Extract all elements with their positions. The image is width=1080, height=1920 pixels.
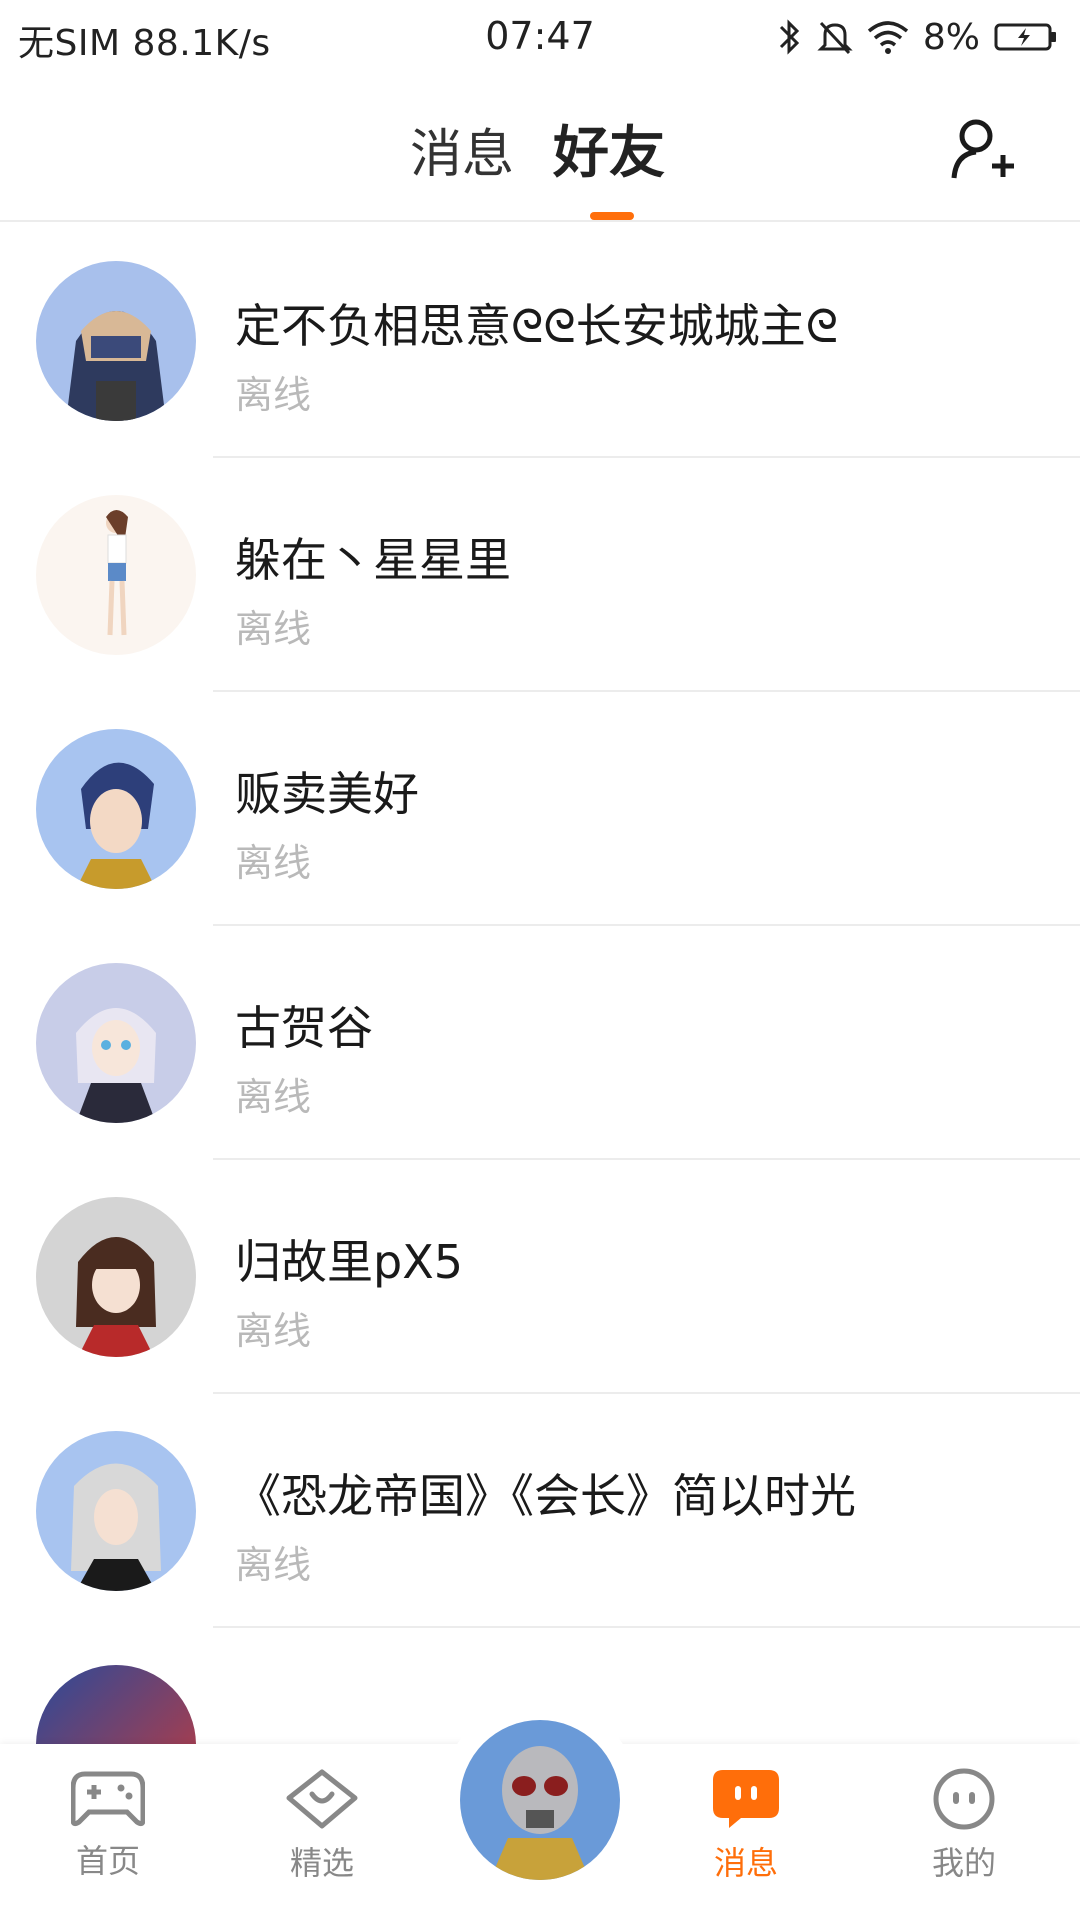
friend-name: 贩卖美好: [235, 767, 419, 821]
header: 消息 好友: [0, 76, 1080, 222]
friend-status: 离线: [235, 373, 312, 417]
mute-bell-icon: [817, 21, 853, 55]
nav-label-messages: 消息: [713, 1844, 778, 1882]
friends-list[interactable]: 定不负相思意ᘓᘓ长安城城主ᘓ 离线 躲在丶星星里 离线 贩卖美好 离线 古贺谷 …: [0, 224, 1080, 1744]
list-item[interactable]: 归故里pX5 离线: [0, 1160, 1080, 1394]
list-item[interactable]: 古贺谷 离线: [0, 926, 1080, 1160]
friend-status: 离线: [235, 607, 312, 651]
center-avatar-button[interactable]: [456, 1716, 624, 1884]
wifi-icon: [867, 21, 909, 54]
friend-name: 《恐龙帝国》《会长》简以时光: [235, 1469, 856, 1523]
friend-status: 离线: [235, 1543, 312, 1587]
gamepad-icon: [71, 1771, 145, 1827]
friend-status: 离线: [235, 1309, 312, 1353]
friend-name: 归故里pX5: [235, 1235, 463, 1289]
avatar[interactable]: [36, 1665, 196, 1744]
bluetooth-icon: [779, 19, 799, 55]
avatar[interactable]: [36, 1197, 196, 1357]
avatar[interactable]: [36, 1431, 196, 1591]
nav-profile[interactable]: 我的: [894, 1758, 1034, 1908]
tab-messages[interactable]: 消息: [410, 112, 514, 187]
list-item[interactable]: 贩卖美好 离线: [0, 692, 1080, 926]
nav-messages[interactable]: 消息: [676, 1758, 816, 1908]
status-right: 8%: [777, 14, 1058, 60]
smiley-icon: [933, 1768, 995, 1830]
nav-label-home: 首页: [75, 1842, 140, 1880]
friend-name: 定不负相思意ᘓᘓ长安城城主ᘓ: [235, 299, 839, 353]
status-bar: 无SIM 88.1K/s 07:47 8%: [0, 0, 1080, 76]
message-icon: [713, 1770, 779, 1828]
tab-friends[interactable]: 好友: [553, 108, 665, 189]
friend-status: 离线: [235, 841, 312, 885]
list-item[interactable]: 定不负相思意ᘓᘓ长安城城主ᘓ 离线: [0, 224, 1080, 458]
nav-home[interactable]: 首页: [38, 1758, 178, 1908]
friend-status: 离线: [235, 1075, 312, 1119]
active-tab-indicator: [590, 212, 634, 220]
add-friend-icon[interactable]: [948, 114, 1018, 184]
avatar[interactable]: [36, 261, 196, 421]
avatar[interactable]: [36, 729, 196, 889]
heart-chat-icon: [286, 1769, 358, 1829]
list-item[interactable]: 《恐龙帝国》《会长》简以时光 离线: [0, 1394, 1080, 1628]
nav-featured[interactable]: 精选: [252, 1758, 392, 1908]
battery-icon: [994, 23, 1056, 51]
battery-percent: 8%: [922, 16, 980, 58]
list-item[interactable]: 躲在丶星星里 离线: [0, 458, 1080, 692]
nav-label-featured: 精选: [289, 1844, 354, 1882]
friend-name: 古贺谷: [235, 1001, 373, 1055]
avatar[interactable]: [36, 495, 196, 655]
friend-name: 躲在丶星星里: [235, 533, 511, 587]
avatar[interactable]: [36, 963, 196, 1123]
nav-label-profile: 我的: [931, 1844, 996, 1882]
